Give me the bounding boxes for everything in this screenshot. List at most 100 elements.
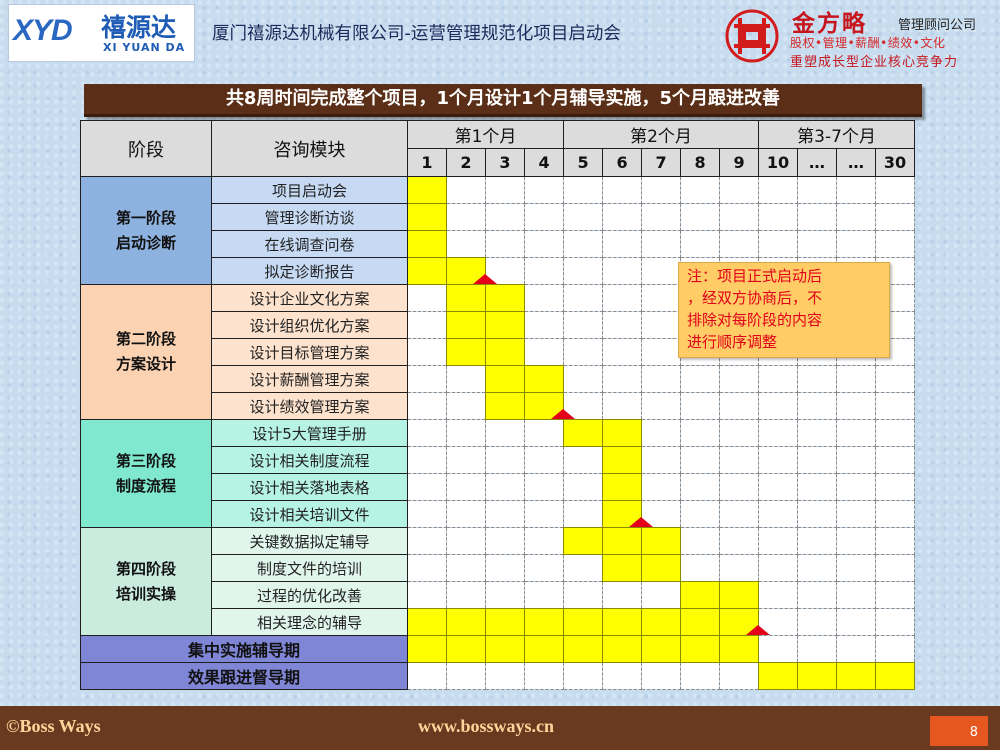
gantt-empty-cell (758, 446, 799, 474)
module-row: 第四阶段 培训实操 关键数据拟定辅导 (80, 527, 916, 636)
gantt-empty-cell (836, 527, 877, 555)
gantt-bar-cell (758, 662, 799, 690)
gantt-empty-cell (446, 662, 486, 690)
week-header: 4 (523, 148, 565, 177)
gantt-empty-cell (485, 419, 525, 447)
module-row: 第一阶段 启动诊断 项目启动会 (80, 176, 916, 285)
gantt-empty-cell (485, 176, 525, 204)
gantt-empty-cell (407, 284, 447, 312)
gantt-empty-cell (602, 662, 643, 690)
gantt-empty-cell (523, 527, 565, 555)
gantt-empty-cell (836, 365, 877, 393)
gantt-empty-cell (523, 311, 565, 339)
gantt-bar-cell (485, 365, 525, 393)
gantt-bar-cell (602, 419, 643, 447)
gantt-empty-cell (446, 554, 486, 582)
week-header: 7 (641, 148, 682, 177)
gantt-empty-cell (836, 554, 877, 582)
week-header: 8 (680, 148, 721, 177)
module-label: 制度文件的培训 (211, 554, 408, 582)
gantt-empty-cell (407, 311, 447, 339)
gantt-bar-cell (641, 608, 682, 636)
slide-footer: ©Boss Ways www.bossways.cn 8 (0, 706, 1000, 750)
gantt-empty-cell (680, 500, 721, 528)
gantt-empty-cell (641, 581, 682, 609)
gantt-empty-cell (836, 176, 877, 204)
gantt-empty-cell (758, 203, 799, 231)
gantt-empty-cell (680, 446, 721, 474)
gantt-empty-cell (719, 230, 760, 258)
gantt-bar-cell (485, 635, 525, 663)
gantt-empty-cell (797, 419, 838, 447)
gantt-empty-cell (446, 365, 486, 393)
module-label: 设计绩效管理方案 (211, 392, 408, 420)
gantt-empty-cell (719, 392, 760, 420)
gantt-empty-cell (797, 608, 838, 636)
gantt-empty-cell (602, 176, 643, 204)
stage-label: 第二阶段 方案设计 (80, 284, 212, 420)
gantt-empty-cell (523, 581, 565, 609)
gantt-empty-cell (797, 635, 838, 663)
xyd-logo-en: XI YUAN DA (103, 41, 186, 54)
gantt-bar-cell (563, 419, 604, 447)
gantt-empty-cell (446, 500, 486, 528)
module-label: 设计相关培训文件 (211, 500, 408, 528)
gantt-empty-cell (641, 419, 682, 447)
gantt-empty-cell (523, 203, 565, 231)
gantt-empty-cell (641, 392, 682, 420)
gantt-empty-cell (758, 419, 799, 447)
jfl-logo-name: 金方略 (792, 10, 867, 37)
gantt-empty-cell (836, 608, 877, 636)
gantt-empty-cell (602, 365, 643, 393)
gantt-empty-cell (797, 554, 838, 582)
gantt-empty-cell (758, 527, 799, 555)
gantt-empty-cell (602, 338, 643, 366)
module-label: 过程的优化改善 (211, 581, 408, 609)
week-header: 2 (446, 148, 486, 177)
gantt-empty-cell (523, 662, 565, 690)
module-label: 项目启动会 (211, 176, 408, 204)
schedule-note: 注：项目正式启动后 ，经双方协商后，不 排除对每阶段的内容 进行顺序调整 (678, 262, 890, 358)
gantt-empty-cell (602, 284, 643, 312)
gantt-empty-cell (719, 446, 760, 474)
gantt-empty-cell (836, 446, 877, 474)
gantt-bar-cell (563, 527, 604, 555)
footer-url[interactable]: www.bossways.cn (418, 716, 554, 737)
gantt-bar-cell (446, 311, 486, 339)
gantt-empty-cell (719, 203, 760, 231)
gantt-empty-cell (797, 500, 838, 528)
module-label: 相关理念的辅导 (211, 608, 408, 636)
gantt-empty-cell (407, 446, 447, 474)
module-label: 设计目标管理方案 (211, 338, 408, 366)
period-label: 集中实施辅导期 (80, 635, 408, 663)
gantt-empty-cell (797, 176, 838, 204)
gantt-empty-cell (485, 527, 525, 555)
stage-label-line: 第三阶段 (115, 451, 176, 470)
gantt-bar-cell (485, 284, 525, 312)
gantt-empty-cell (875, 581, 916, 609)
gantt-empty-cell (797, 446, 838, 474)
gantt-empty-cell (485, 500, 525, 528)
gantt-empty-cell (446, 230, 486, 258)
gantt-empty-cell (758, 392, 799, 420)
gantt-empty-cell (680, 203, 721, 231)
gantt-empty-cell (719, 473, 760, 501)
gantt-empty-cell (719, 527, 760, 555)
gantt-empty-cell (563, 311, 604, 339)
gantt-empty-cell (446, 527, 486, 555)
stage-label-line: 第四阶段 (115, 559, 176, 578)
gantt-empty-cell (523, 257, 565, 285)
gantt-empty-cell (680, 554, 721, 582)
week-header: … (797, 148, 838, 177)
gantt-empty-cell (641, 662, 682, 690)
milestone-icon (473, 274, 497, 284)
gantt-empty-cell (563, 338, 604, 366)
stage-label-line: 培训实操 (115, 584, 176, 603)
gantt-empty-cell (641, 203, 682, 231)
gantt-bar-cell (602, 473, 643, 501)
gantt-empty-cell (485, 581, 525, 609)
gantt-empty-cell (836, 500, 877, 528)
gantt-bar-cell (407, 230, 447, 258)
gantt-empty-cell (602, 230, 643, 258)
gantt-bar-cell (875, 662, 916, 690)
